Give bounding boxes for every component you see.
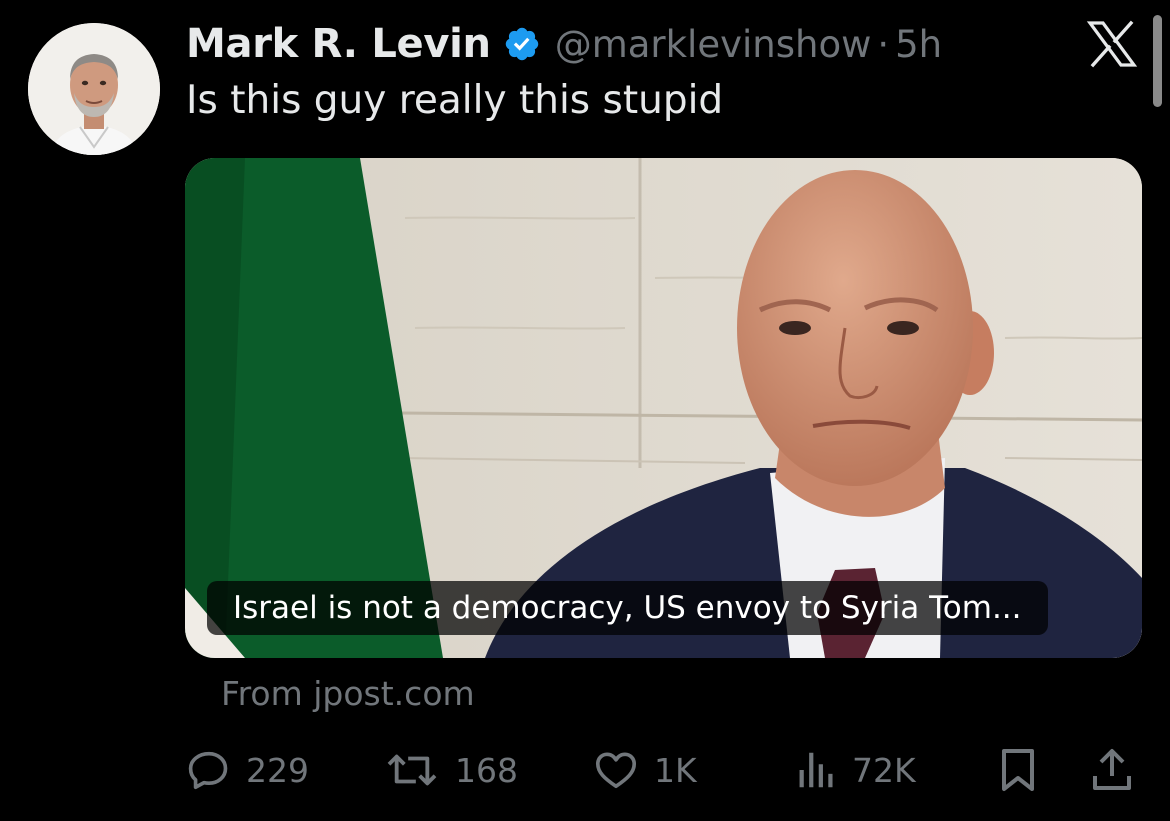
repost-icon <box>387 754 437 786</box>
reply-button[interactable]: 229 <box>186 742 309 798</box>
reply-count: 229 <box>246 750 309 790</box>
header-separator: · <box>877 22 890 66</box>
bookmark-icon <box>1002 749 1034 791</box>
like-button[interactable]: 1K <box>592 742 697 798</box>
tweet-text: Is this guy really this stupid <box>186 78 724 123</box>
scrollbar-thumb[interactable] <box>1153 15 1162 107</box>
verified-badge-icon[interactable] <box>503 25 541 63</box>
views-button[interactable]: 72K <box>796 742 916 798</box>
card-headline-overlay: Israel is not a democracy, US envoy to S… <box>207 581 1048 635</box>
views-count: 72K <box>852 750 916 790</box>
heart-icon <box>595 752 637 789</box>
card-headline: Israel is not a democracy, US envoy to S… <box>233 590 1022 626</box>
bookmark-button[interactable] <box>998 742 1038 798</box>
repost-count: 168 <box>455 750 518 790</box>
share-icon <box>1093 749 1131 790</box>
link-card[interactable]: Israel is not a democracy, US envoy to S… <box>185 158 1142 658</box>
tweet-timestamp[interactable]: 5h <box>895 23 942 66</box>
share-button[interactable] <box>1090 742 1134 798</box>
card-source[interactable]: From jpost.com <box>221 674 475 713</box>
author-display-name[interactable]: Mark R. Levin <box>186 21 491 67</box>
author-avatar[interactable] <box>28 23 160 155</box>
x-logo-icon[interactable] <box>1086 20 1138 68</box>
tweet-header: Mark R. Levin @marklevinshow · 5h <box>186 16 942 72</box>
tweet-action-bar: 229 168 1K 72K <box>0 742 1170 798</box>
like-count: 1K <box>654 750 697 790</box>
reply-icon <box>188 751 228 790</box>
author-handle[interactable]: @marklevinshow <box>555 23 872 66</box>
repost-button[interactable]: 168 <box>383 742 518 798</box>
views-chart-icon <box>799 752 833 788</box>
